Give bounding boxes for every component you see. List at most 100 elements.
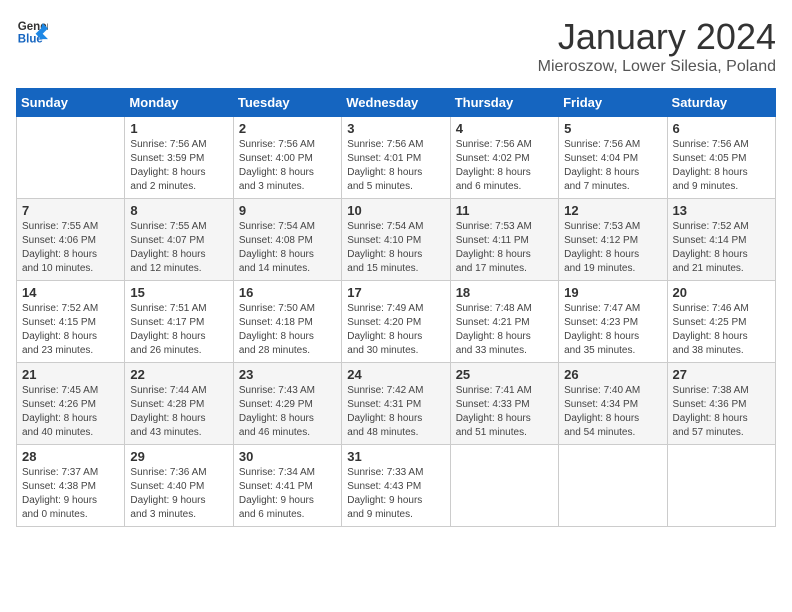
day-number: 20: [673, 285, 770, 300]
calendar-cell: 29 Sunrise: 7:36 AM Sunset: 4:40 PM Dayli…: [125, 445, 233, 527]
day-number: 4: [456, 121, 553, 136]
day-number: 1: [130, 121, 227, 136]
day-info: Sunrise: 7:55 AM Sunset: 4:06 PM Dayligh…: [22, 220, 119, 276]
location-title: Mieroszow, Lower Silesia, Poland: [538, 58, 776, 76]
calendar-cell: 5 Sunrise: 7:56 AM Sunset: 4:04 PM Daylig…: [559, 117, 667, 199]
day-info: Sunrise: 7:54 AM Sunset: 4:10 PM Dayligh…: [347, 220, 444, 276]
day-number: 30: [239, 449, 336, 464]
day-number: 3: [347, 121, 444, 136]
weekday-header-monday: Monday: [125, 89, 233, 117]
weekday-header-tuesday: Tuesday: [233, 89, 341, 117]
weekday-header-saturday: Saturday: [667, 89, 775, 117]
day-info: Sunrise: 7:48 AM Sunset: 4:21 PM Dayligh…: [456, 302, 553, 358]
calendar-body: 1Sunrise: 7:56 AM Sunset: 3:59 PM Daylig…: [17, 117, 776, 527]
day-number: 5: [564, 121, 661, 136]
month-title: January 2024: [538, 16, 776, 58]
day-number: 9: [239, 203, 336, 218]
calendar-week-row: 14 Sunrise: 7:52 AM Sunset: 4:15 PM Dayli…: [17, 281, 776, 363]
calendar-cell: 8 Sunrise: 7:55 AM Sunset: 4:07 PM Daylig…: [125, 199, 233, 281]
day-info: Sunrise: 7:46 AM Sunset: 4:25 PM Dayligh…: [673, 302, 770, 358]
day-info: Sunrise: 7:49 AM Sunset: 4:20 PM Dayligh…: [347, 302, 444, 358]
calendar-cell: 9Sunrise: 7:54 AM Sunset: 4:08 PM Daylig…: [233, 199, 341, 281]
weekday-header-friday: Friday: [559, 89, 667, 117]
calendar-cell: 30Sunrise: 7:34 AM Sunset: 4:41 PM Dayli…: [233, 445, 341, 527]
calendar-cell: 6 Sunrise: 7:56 AM Sunset: 4:05 PM Daylig…: [667, 117, 775, 199]
day-number: 27: [673, 367, 770, 382]
day-info: Sunrise: 7:53 AM Sunset: 4:12 PM Dayligh…: [564, 220, 661, 276]
day-number: 16: [239, 285, 336, 300]
day-number: 6: [673, 121, 770, 136]
page-header: General Blue January 2024 Mieroszow, Low…: [16, 16, 776, 76]
day-info: Sunrise: 7:45 AM Sunset: 4:26 PM Dayligh…: [22, 384, 119, 440]
day-info: Sunrise: 7:44 AM Sunset: 4:28 PM Dayligh…: [130, 384, 227, 440]
calendar-cell: 17 Sunrise: 7:49 AM Sunset: 4:20 PM Dayli…: [342, 281, 450, 363]
calendar-cell: [17, 117, 125, 199]
calendar-cell: 26Sunrise: 7:40 AM Sunset: 4:34 PM Dayli…: [559, 363, 667, 445]
calendar-week-row: 21 Sunrise: 7:45 AM Sunset: 4:26 PM Dayli…: [17, 363, 776, 445]
calendar-cell: 23 Sunrise: 7:43 AM Sunset: 4:29 PM Dayli…: [233, 363, 341, 445]
weekday-header-sunday: Sunday: [17, 89, 125, 117]
calendar-cell: 16 Sunrise: 7:50 AM Sunset: 4:18 PM Dayli…: [233, 281, 341, 363]
day-info: Sunrise: 7:36 AM Sunset: 4:40 PM Dayligh…: [130, 466, 227, 522]
calendar-cell: 1Sunrise: 7:56 AM Sunset: 3:59 PM Daylig…: [125, 117, 233, 199]
title-block: January 2024 Mieroszow, Lower Silesia, P…: [538, 16, 776, 76]
calendar-cell: 12 Sunrise: 7:53 AM Sunset: 4:12 PM Dayli…: [559, 199, 667, 281]
day-number: 8: [130, 203, 227, 218]
day-info: Sunrise: 7:53 AM Sunset: 4:11 PM Dayligh…: [456, 220, 553, 276]
day-info: Sunrise: 7:56 AM Sunset: 4:02 PM Dayligh…: [456, 138, 553, 194]
calendar-cell: 11 Sunrise: 7:53 AM Sunset: 4:11 PM Dayli…: [450, 199, 558, 281]
day-info: Sunrise: 7:43 AM Sunset: 4:29 PM Dayligh…: [239, 384, 336, 440]
day-number: 23: [239, 367, 336, 382]
day-info: Sunrise: 7:51 AM Sunset: 4:17 PM Dayligh…: [130, 302, 227, 358]
calendar-header-row: SundayMondayTuesdayWednesdayThursdayFrid…: [17, 89, 776, 117]
day-number: 10: [347, 203, 444, 218]
calendar-cell: 24Sunrise: 7:42 AM Sunset: 4:31 PM Dayli…: [342, 363, 450, 445]
calendar-week-row: 1Sunrise: 7:56 AM Sunset: 3:59 PM Daylig…: [17, 117, 776, 199]
calendar-cell: [559, 445, 667, 527]
day-info: Sunrise: 7:56 AM Sunset: 4:00 PM Dayligh…: [239, 138, 336, 194]
day-info: Sunrise: 7:52 AM Sunset: 4:14 PM Dayligh…: [673, 220, 770, 276]
calendar-cell: 25 Sunrise: 7:41 AM Sunset: 4:33 PM Dayli…: [450, 363, 558, 445]
calendar-cell: [450, 445, 558, 527]
calendar-week-row: 28Sunrise: 7:37 AM Sunset: 4:38 PM Dayli…: [17, 445, 776, 527]
day-number: 17: [347, 285, 444, 300]
calendar-cell: 3 Sunrise: 7:56 AM Sunset: 4:01 PM Daylig…: [342, 117, 450, 199]
logo-icon: General Blue: [16, 16, 48, 48]
day-info: Sunrise: 7:50 AM Sunset: 4:18 PM Dayligh…: [239, 302, 336, 358]
calendar-cell: 19Sunrise: 7:47 AM Sunset: 4:23 PM Dayli…: [559, 281, 667, 363]
calendar-cell: 10 Sunrise: 7:54 AM Sunset: 4:10 PM Dayli…: [342, 199, 450, 281]
day-number: 11: [456, 203, 553, 218]
calendar-cell: 28Sunrise: 7:37 AM Sunset: 4:38 PM Dayli…: [17, 445, 125, 527]
calendar-cell: 15 Sunrise: 7:51 AM Sunset: 4:17 PM Dayli…: [125, 281, 233, 363]
calendar-cell: 13 Sunrise: 7:52 AM Sunset: 4:14 PM Dayli…: [667, 199, 775, 281]
day-number: 31: [347, 449, 444, 464]
day-number: 18: [456, 285, 553, 300]
day-number: 14: [22, 285, 119, 300]
day-number: 24: [347, 367, 444, 382]
day-info: Sunrise: 7:52 AM Sunset: 4:15 PM Dayligh…: [22, 302, 119, 358]
day-info: Sunrise: 7:56 AM Sunset: 4:01 PM Dayligh…: [347, 138, 444, 194]
day-number: 7: [22, 203, 119, 218]
day-number: 13: [673, 203, 770, 218]
day-info: Sunrise: 7:56 AM Sunset: 4:05 PM Dayligh…: [673, 138, 770, 194]
day-number: 15: [130, 285, 227, 300]
calendar-cell: 7 Sunrise: 7:55 AM Sunset: 4:06 PM Daylig…: [17, 199, 125, 281]
calendar-cell: 27Sunrise: 7:38 AM Sunset: 4:36 PM Dayli…: [667, 363, 775, 445]
calendar-week-row: 7 Sunrise: 7:55 AM Sunset: 4:06 PM Daylig…: [17, 199, 776, 281]
calendar-cell: 22Sunrise: 7:44 AM Sunset: 4:28 PM Dayli…: [125, 363, 233, 445]
day-number: 19: [564, 285, 661, 300]
day-info: Sunrise: 7:56 AM Sunset: 4:04 PM Dayligh…: [564, 138, 661, 194]
calendar-cell: 31Sunrise: 7:33 AM Sunset: 4:43 PM Dayli…: [342, 445, 450, 527]
calendar-cell: 2Sunrise: 7:56 AM Sunset: 4:00 PM Daylig…: [233, 117, 341, 199]
calendar-cell: 4 Sunrise: 7:56 AM Sunset: 4:02 PM Daylig…: [450, 117, 558, 199]
day-info: Sunrise: 7:55 AM Sunset: 4:07 PM Dayligh…: [130, 220, 227, 276]
calendar-cell: 21 Sunrise: 7:45 AM Sunset: 4:26 PM Dayli…: [17, 363, 125, 445]
weekday-header-thursday: Thursday: [450, 89, 558, 117]
calendar-cell: [667, 445, 775, 527]
day-number: 12: [564, 203, 661, 218]
day-number: 21: [22, 367, 119, 382]
day-info: Sunrise: 7:41 AM Sunset: 4:33 PM Dayligh…: [456, 384, 553, 440]
day-info: Sunrise: 7:40 AM Sunset: 4:34 PM Dayligh…: [564, 384, 661, 440]
day-number: 25: [456, 367, 553, 382]
day-number: 29: [130, 449, 227, 464]
